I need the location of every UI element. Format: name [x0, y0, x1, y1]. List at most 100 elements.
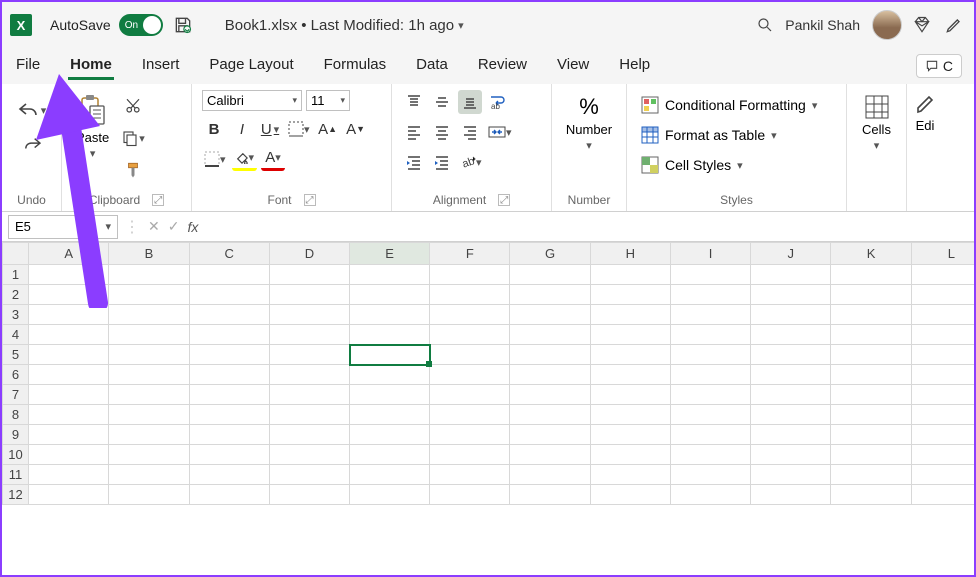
- cell-I3[interactable]: [670, 305, 750, 325]
- cell-E1[interactable]: [350, 265, 430, 285]
- row-header-4[interactable]: 4: [3, 325, 29, 345]
- cell-B5[interactable]: [109, 345, 189, 365]
- increase-font-button[interactable]: A▲: [316, 117, 340, 141]
- cell-F8[interactable]: [430, 405, 510, 425]
- cell-H7[interactable]: [590, 385, 670, 405]
- cell-styles-button[interactable]: Cell Styles▾: [637, 154, 747, 176]
- col-header-A[interactable]: A: [29, 243, 109, 265]
- cell-F6[interactable]: [430, 365, 510, 385]
- cell-D5[interactable]: [269, 345, 349, 365]
- user-avatar[interactable]: [872, 10, 902, 40]
- cell-J9[interactable]: [751, 425, 831, 445]
- cell-G1[interactable]: [510, 265, 590, 285]
- cell-I4[interactable]: [670, 325, 750, 345]
- cell-G4[interactable]: [510, 325, 590, 345]
- cell-L3[interactable]: [911, 305, 974, 325]
- row-header-1[interactable]: 1: [3, 265, 29, 285]
- cell-I11[interactable]: [670, 465, 750, 485]
- cell-H10[interactable]: [590, 445, 670, 465]
- format-painter-button[interactable]: [121, 158, 145, 182]
- cell-C11[interactable]: [189, 465, 269, 485]
- cell-A5[interactable]: [29, 345, 109, 365]
- cell-G8[interactable]: [510, 405, 590, 425]
- comments-button[interactable]: C: [916, 54, 962, 78]
- cell-H11[interactable]: [590, 465, 670, 485]
- format-as-table-button[interactable]: Format as Table▾: [637, 124, 781, 146]
- save-icon[interactable]: [171, 13, 195, 37]
- col-header-F[interactable]: F: [430, 243, 510, 265]
- cell-C7[interactable]: [189, 385, 269, 405]
- cell-C8[interactable]: [189, 405, 269, 425]
- cell-H1[interactable]: [590, 265, 670, 285]
- cell-B4[interactable]: [109, 325, 189, 345]
- cell-C2[interactable]: [189, 285, 269, 305]
- cell-J2[interactable]: [751, 285, 831, 305]
- formula-input[interactable]: [206, 215, 974, 239]
- cell-B12[interactable]: [109, 485, 189, 505]
- cell-I6[interactable]: [670, 365, 750, 385]
- tab-help[interactable]: Help: [617, 52, 652, 80]
- col-header-C[interactable]: C: [189, 243, 269, 265]
- cell-F4[interactable]: [430, 325, 510, 345]
- align-left-button[interactable]: [402, 120, 426, 144]
- cell-K10[interactable]: [831, 445, 911, 465]
- cell-H9[interactable]: [590, 425, 670, 445]
- underline-button[interactable]: U▾: [258, 117, 282, 141]
- redo-button[interactable]: [19, 132, 45, 156]
- pen-icon[interactable]: [942, 13, 966, 37]
- cell-D4[interactable]: [269, 325, 349, 345]
- enter-formula-icon[interactable]: ✓: [168, 218, 180, 235]
- cell-H5[interactable]: [590, 345, 670, 365]
- cell-B9[interactable]: [109, 425, 189, 445]
- cell-A9[interactable]: [29, 425, 109, 445]
- col-header-L[interactable]: L: [911, 243, 974, 265]
- cell-K9[interactable]: [831, 425, 911, 445]
- cell-C4[interactable]: [189, 325, 269, 345]
- cell-A4[interactable]: [29, 325, 109, 345]
- cell-K1[interactable]: [831, 265, 911, 285]
- cell-K7[interactable]: [831, 385, 911, 405]
- cell-J7[interactable]: [751, 385, 831, 405]
- cell-E2[interactable]: [350, 285, 430, 305]
- cell-E11[interactable]: [350, 465, 430, 485]
- col-header-I[interactable]: I: [670, 243, 750, 265]
- fx-icon[interactable]: fx: [187, 219, 198, 235]
- row-header-6[interactable]: 6: [3, 365, 29, 385]
- editing-button[interactable]: Edi: [910, 90, 940, 137]
- cell-G12[interactable]: [510, 485, 590, 505]
- tab-data[interactable]: Data: [414, 52, 450, 80]
- cell-I12[interactable]: [670, 485, 750, 505]
- row-header-10[interactable]: 10: [3, 445, 29, 465]
- cell-J12[interactable]: [751, 485, 831, 505]
- align-right-button[interactable]: [458, 120, 482, 144]
- cell-H8[interactable]: [590, 405, 670, 425]
- cell-B2[interactable]: [109, 285, 189, 305]
- cell-E10[interactable]: [350, 445, 430, 465]
- tab-formulas[interactable]: Formulas: [322, 52, 389, 80]
- name-box[interactable]: E5 ▾: [8, 215, 118, 239]
- border-bottom-button[interactable]: ▾: [202, 147, 228, 171]
- cell-D11[interactable]: [269, 465, 349, 485]
- col-header-G[interactable]: G: [510, 243, 590, 265]
- cell-F7[interactable]: [430, 385, 510, 405]
- cell-I1[interactable]: [670, 265, 750, 285]
- cell-E9[interactable]: [350, 425, 430, 445]
- row-header-9[interactable]: 9: [3, 425, 29, 445]
- conditional-formatting-button[interactable]: Conditional Formatting▾: [637, 94, 821, 116]
- cell-D3[interactable]: [269, 305, 349, 325]
- row-header-3[interactable]: 3: [3, 305, 29, 325]
- cell-L4[interactable]: [911, 325, 974, 345]
- row-header-5[interactable]: 5: [3, 345, 29, 365]
- cell-F1[interactable]: [430, 265, 510, 285]
- cell-I5[interactable]: [670, 345, 750, 365]
- cell-J3[interactable]: [751, 305, 831, 325]
- cell-L2[interactable]: [911, 285, 974, 305]
- cell-J1[interactable]: [751, 265, 831, 285]
- cell-I9[interactable]: [670, 425, 750, 445]
- cell-B8[interactable]: [109, 405, 189, 425]
- select-all-corner[interactable]: [3, 243, 29, 265]
- cell-B3[interactable]: [109, 305, 189, 325]
- cancel-formula-icon[interactable]: ✕: [148, 218, 160, 235]
- cell-A12[interactable]: [29, 485, 109, 505]
- cell-H12[interactable]: [590, 485, 670, 505]
